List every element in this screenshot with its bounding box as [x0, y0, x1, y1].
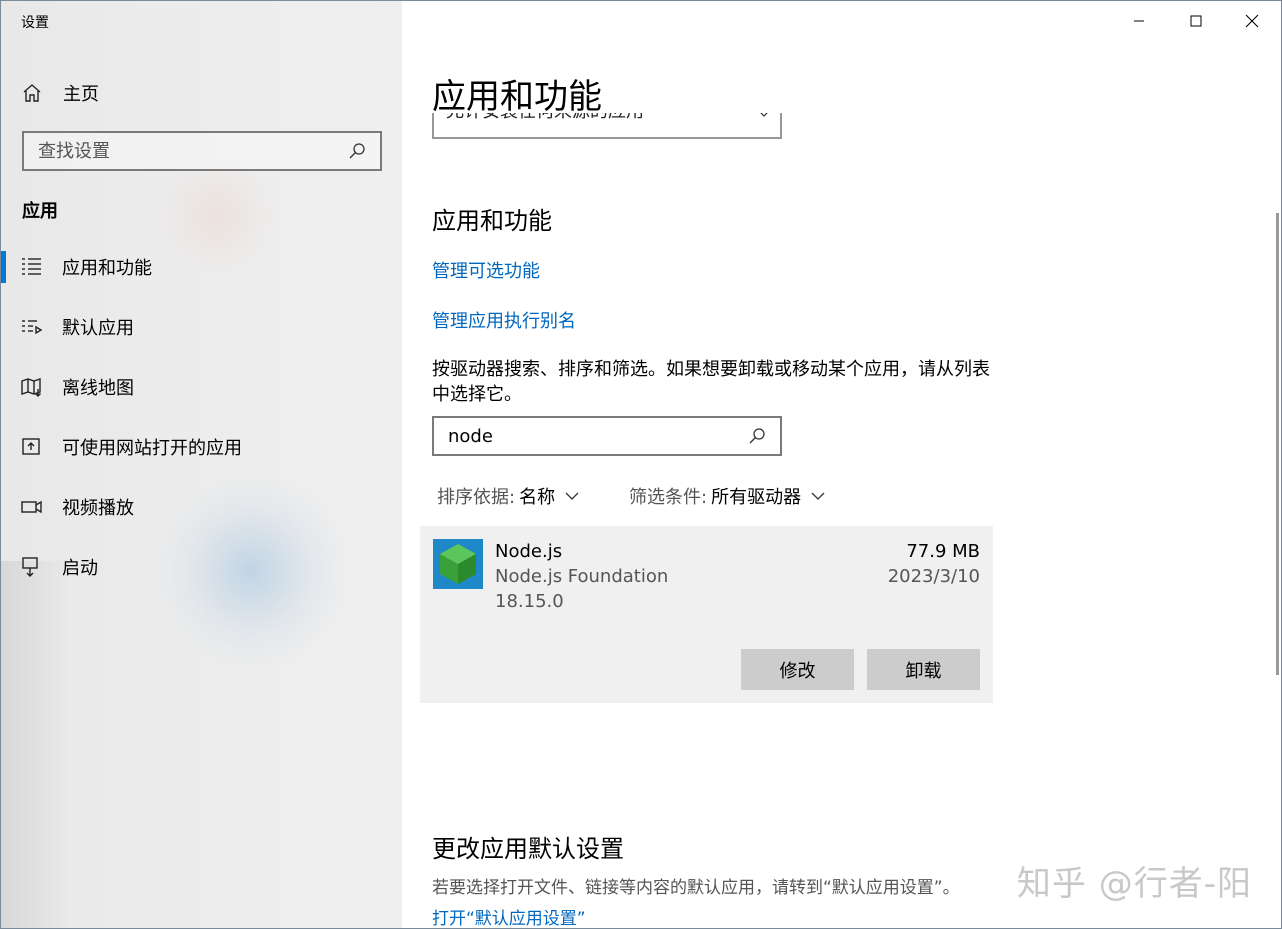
sidebar-item-label: 默认应用: [62, 318, 134, 339]
main-content: 允许安装任何来源的应用 应用和功能 应用和功能 管理可选功能 管理应用执行别名 …: [402, 1, 1281, 928]
search-icon[interactable]: [348, 142, 366, 160]
sidebar-item-label: 可使用网站打开的应用: [62, 438, 242, 459]
indicator: [1, 311, 6, 343]
offline-maps-icon: [21, 378, 41, 397]
sidebar-item-offline-maps[interactable]: 离线地图: [1, 367, 402, 407]
minimize-icon[interactable]: [1116, 7, 1162, 37]
indicator: [1, 371, 6, 403]
manage-app-alias-link[interactable]: 管理应用执行别名: [432, 307, 576, 333]
modify-button[interactable]: 修改: [741, 649, 854, 690]
page-title: 应用和功能: [432, 69, 832, 117]
section-title: 应用和功能: [432, 207, 552, 235]
default-apps-icon: [22, 320, 43, 335]
sidebar-item-default-apps[interactable]: 默认应用: [1, 307, 402, 347]
filter-label: 筛选条件:: [629, 487, 708, 508]
sidebar-item-apps-for-websites[interactable]: 可使用网站打开的应用: [1, 427, 402, 467]
apps-description: 按驱动器搜索、排序和筛选。如果想要卸载或移动某个应用，请从列表中选择它。: [432, 359, 990, 405]
settings-search-input[interactable]: [38, 140, 348, 162]
default-apps-section-title: 更改应用默认设置: [432, 835, 624, 863]
indicator: [1, 431, 6, 463]
scrollbar[interactable]: [1276, 213, 1279, 675]
app-size: 77.9 MB: [906, 541, 980, 562]
app-version: 18.15.0: [495, 591, 564, 612]
active-indicator: [1, 251, 6, 283]
sidebar-section-label: 应用: [22, 201, 58, 222]
search-icon[interactable]: [748, 427, 766, 445]
app-name: Node.js: [495, 541, 563, 562]
sidebar-item-video-playback[interactable]: 视频播放: [1, 487, 402, 527]
close-icon[interactable]: [1229, 7, 1275, 37]
app-install-date: 2023/3/10: [887, 566, 980, 587]
settings-window: 设置 主页 应用 应: [0, 0, 1282, 929]
home-icon: [23, 84, 41, 102]
open-default-apps-link[interactable]: 打开“默认应用设置”: [432, 904, 586, 928]
app-search-input[interactable]: [448, 425, 748, 447]
video-playback-icon: [21, 500, 42, 514]
window-title: 设置: [21, 15, 49, 31]
app-publisher: Node.js Foundation: [495, 566, 669, 587]
apps-for-websites-icon: [22, 438, 40, 455]
sidebar-home[interactable]: 主页: [21, 79, 99, 107]
filter-value: 所有驱动器: [711, 487, 802, 508]
app-search-box[interactable]: [432, 416, 782, 456]
chevron-down-icon: [565, 492, 579, 500]
sidebar-item-apps-features[interactable]: 应用和功能: [1, 247, 402, 287]
indicator: [1, 551, 6, 583]
maximize-icon[interactable]: [1173, 7, 1219, 37]
startup-icon: [22, 557, 38, 577]
settings-search-box[interactable]: [22, 131, 382, 171]
chevron-down-icon: [811, 492, 825, 500]
sidebar-edge-shade: [1, 561, 71, 928]
indicator: [1, 491, 6, 523]
sort-label: 排序依据:: [437, 487, 516, 508]
default-apps-description: 若要选择打开文件、链接等内容的默认应用，请转到“默认应用设置”。: [432, 878, 960, 898]
apps-features-icon: [22, 258, 41, 275]
sidebar: 设置 主页 应用 应: [1, 1, 402, 928]
sidebar-home-label: 主页: [63, 84, 99, 105]
filter-dropdown[interactable]: 筛选条件: 所有驱动器: [629, 483, 825, 509]
sidebar-item-label: 视频播放: [62, 498, 134, 519]
sidebar-item-startup[interactable]: 启动: [1, 547, 402, 587]
sort-value: 名称: [519, 487, 556, 508]
sort-dropdown[interactable]: 排序依据: 名称: [437, 483, 579, 509]
app-list-item[interactable]: Node.js Node.js Foundation 18.15.0 77.9 …: [420, 526, 993, 703]
manage-optional-features-link[interactable]: 管理可选功能: [432, 257, 540, 283]
watermark: 知乎 @行者-阳: [1016, 864, 1252, 904]
nodejs-app-icon: [433, 539, 483, 589]
uninstall-button[interactable]: 卸载: [867, 649, 980, 690]
sidebar-item-label: 应用和功能: [62, 258, 152, 279]
sidebar-item-label: 启动: [62, 558, 98, 579]
sidebar-item-label: 离线地图: [62, 378, 134, 399]
